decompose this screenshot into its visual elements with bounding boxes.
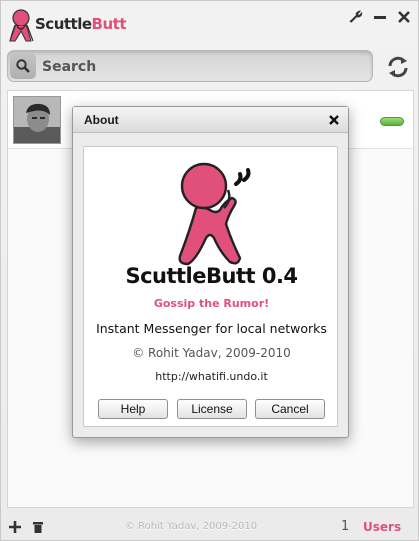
avatar-photo-icon [14,97,60,143]
about-app-name: ScuttleButt 0.4 [125,264,298,288]
dialog-header: About [73,107,348,133]
refresh-icon [388,56,408,78]
bottom-bar: © Rohit Yadav, 2009-2010 1 Users [1,513,419,541]
about-description: Instant Messenger for local networks [96,321,327,336]
footer-copyright: © Rohit Yadav, 2009-2010 [125,521,258,532]
settings-button[interactable] [348,9,364,25]
window-controls [348,9,412,25]
app-title-part2: Butt [91,15,127,33]
dialog-close-button[interactable] [326,112,342,128]
status-badge [380,117,404,126]
about-tagline: Gossip the Rumor! [153,297,270,310]
search-icon [16,59,30,73]
close-button[interactable] [396,9,412,25]
minimize-icon [374,16,386,19]
wrench-icon [349,10,363,23]
main-window: ScuttleButt Search © Rohit Yadav, 2009-2… [0,0,419,541]
delete-button[interactable] [30,519,46,535]
app-title: ScuttleButt [35,15,126,33]
app-title-part1: Scuttle [35,15,92,33]
close-icon [329,115,339,125]
dialog-title: About [84,113,119,127]
users-label[interactable]: Users [363,520,401,534]
cancel-button[interactable]: Cancel [255,399,325,419]
plus-icon [9,521,21,533]
about-dialog: About ScuttleButt 0.4 Gossip the Rumor! [72,106,349,438]
minimize-button[interactable] [372,9,388,25]
avatar [13,96,61,144]
close-icon [398,11,410,23]
dialog-body: ScuttleButt 0.4 Gossip the Rumor! Instan… [83,146,338,427]
search-bar [7,50,373,82]
app-logo-icon [9,9,34,42]
user-count: 1 [341,519,350,534]
title-bar: ScuttleButt [1,1,419,47]
about-copyright: © Rohit Yadav, 2009-2010 [132,346,291,360]
license-button[interactable]: License [177,399,247,419]
trash-icon [33,522,43,533]
about-url[interactable]: http://whatifi.undo.it [84,370,339,383]
refresh-button[interactable] [384,53,412,81]
app-mascot-icon [178,162,251,266]
search-icon-button[interactable] [10,53,36,79]
search-input[interactable] [42,56,362,78]
add-button[interactable] [7,519,23,535]
help-button[interactable]: Help [98,399,168,419]
